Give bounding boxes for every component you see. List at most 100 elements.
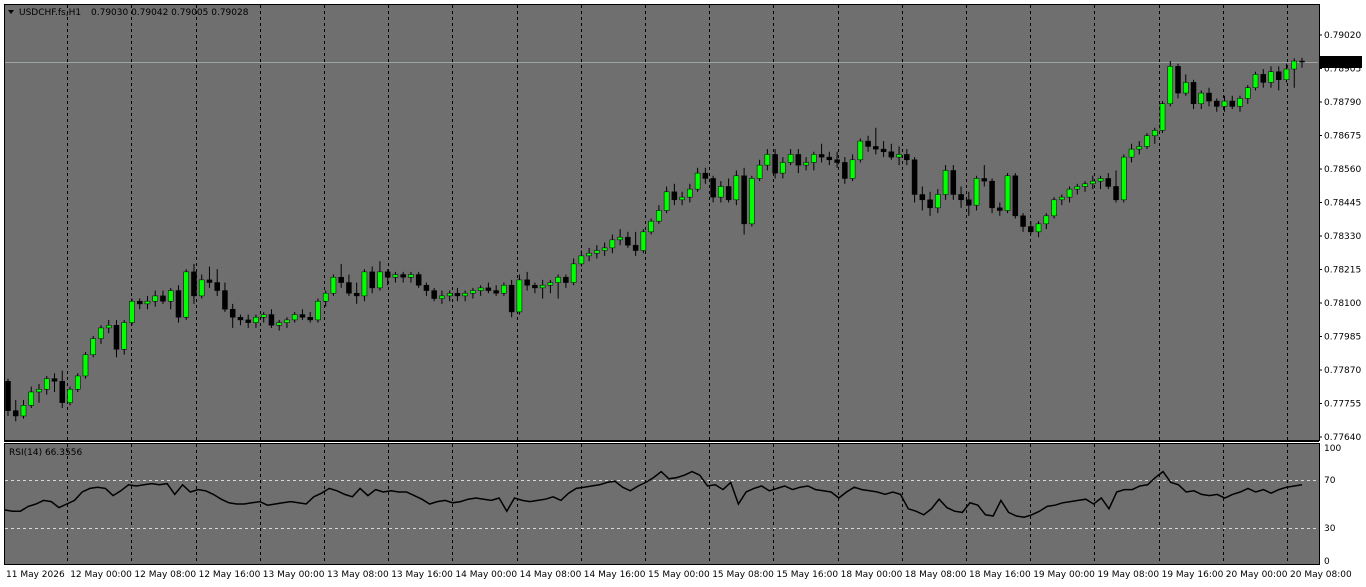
candle — [942, 165, 949, 200]
candle-body — [454, 292, 461, 297]
candle-body — [725, 186, 732, 201]
candle-body — [749, 178, 755, 225]
candle — [175, 285, 182, 323]
candle-body — [477, 287, 484, 291]
time-tick-label: 12 May 00:00 — [70, 570, 132, 580]
candle-body — [1121, 156, 1127, 201]
candle-body — [245, 319, 251, 323]
candle-body — [12, 410, 19, 417]
candle-body — [1268, 71, 1274, 83]
time-tick-label: 14 May 00:00 — [455, 570, 517, 580]
candle-body — [904, 154, 910, 161]
time-tick-label: 13 May 08:00 — [327, 570, 389, 580]
candle — [950, 165, 957, 200]
candle-body — [1035, 223, 1042, 233]
candle-body — [1291, 60, 1298, 70]
time-tick-label: 15 May 16:00 — [776, 570, 838, 580]
price-tick-label: 0.78790 — [1324, 98, 1361, 108]
candle-body — [888, 151, 895, 158]
candle-body — [1004, 175, 1011, 211]
rsi-tick-label: 30 — [1324, 524, 1336, 534]
time-tick-label: 20 May 08:00 — [1290, 570, 1352, 580]
candle — [82, 351, 89, 379]
candle-body — [989, 180, 995, 209]
candle-body — [919, 194, 926, 201]
candle-body — [1260, 74, 1267, 83]
candle-body — [1097, 178, 1104, 182]
candle — [74, 373, 81, 392]
candle-body — [113, 324, 120, 350]
candle-body — [346, 282, 352, 294]
time-tick-label: 13 May 16:00 — [391, 570, 453, 580]
candle-body — [152, 295, 158, 302]
candle-body — [67, 389, 73, 403]
candle — [1012, 173, 1019, 219]
candle-body — [353, 292, 360, 297]
candle-body — [873, 146, 879, 150]
current-price-value: 0.79028 — [1323, 58, 1360, 68]
candle — [989, 178, 995, 214]
candle — [1004, 173, 1011, 214]
time-tick-label: 15 May 08:00 — [712, 570, 774, 580]
candle-body — [493, 290, 499, 294]
candle-body — [361, 271, 368, 297]
candle-body — [1175, 66, 1181, 94]
candle-body — [276, 322, 282, 326]
time-tick-label: 12 May 16:00 — [199, 570, 261, 580]
candle — [857, 138, 864, 163]
candle — [330, 274, 337, 296]
candle-body — [5, 381, 11, 411]
candle-body — [1128, 148, 1135, 158]
candle-body — [880, 148, 887, 153]
candle-body — [74, 375, 81, 390]
candle-body — [834, 159, 840, 163]
candle-body — [1183, 82, 1189, 94]
candle-body — [501, 284, 507, 294]
candle-body — [144, 300, 151, 305]
candle-body — [1051, 199, 1057, 217]
candle — [516, 274, 523, 315]
candle-body — [322, 292, 329, 302]
candle-body — [1221, 100, 1228, 107]
candle-body — [1043, 215, 1050, 225]
ohlc-readout: 0.79030 0.79042 0.79005 0.79028 — [91, 8, 249, 18]
candle-body — [516, 279, 523, 313]
candle-body — [896, 154, 902, 158]
chart-canvas[interactable]: USDCHF.fs,H1 0.79030 0.79042 0.79005 0.7… — [0, 0, 1366, 587]
time-tick-label: 14 May 16:00 — [584, 570, 646, 580]
candle-body — [229, 308, 236, 318]
candle-body — [1167, 66, 1174, 104]
candle-body — [694, 172, 701, 190]
candle-body — [950, 170, 957, 195]
candle-body — [772, 154, 778, 174]
candle-body — [160, 295, 166, 302]
candle-body — [1136, 146, 1143, 150]
candle-body — [446, 292, 453, 297]
price-tick-label: 0.78675 — [1324, 132, 1361, 142]
candle-body — [811, 154, 817, 163]
candle-body — [741, 175, 747, 225]
price-tick-label: 0.78560 — [1324, 165, 1361, 175]
candle-body — [1059, 196, 1065, 201]
candle-body — [687, 188, 693, 198]
candle-body — [764, 154, 771, 166]
candle — [973, 175, 980, 211]
candle-body — [1082, 183, 1088, 187]
candle-body — [702, 172, 709, 179]
candle — [749, 175, 755, 227]
candle — [129, 298, 135, 326]
time-tick-label: 20 May 00:00 — [1226, 570, 1288, 580]
candle-body — [330, 276, 337, 294]
candle — [315, 298, 321, 323]
chart-window[interactable]: USDCHF.fs,H1 0.79030 0.79042 0.79005 0.7… — [0, 0, 1366, 587]
candle — [1167, 61, 1174, 107]
candle-body — [98, 327, 104, 339]
candle-body — [307, 316, 313, 321]
candle-body — [1229, 100, 1236, 107]
candle-body — [1190, 82, 1197, 104]
candle-body — [803, 162, 809, 166]
candle-body — [1245, 87, 1251, 99]
candle-body — [1028, 226, 1034, 233]
price-tick-label: 0.77755 — [1324, 400, 1361, 410]
candle — [640, 229, 647, 254]
